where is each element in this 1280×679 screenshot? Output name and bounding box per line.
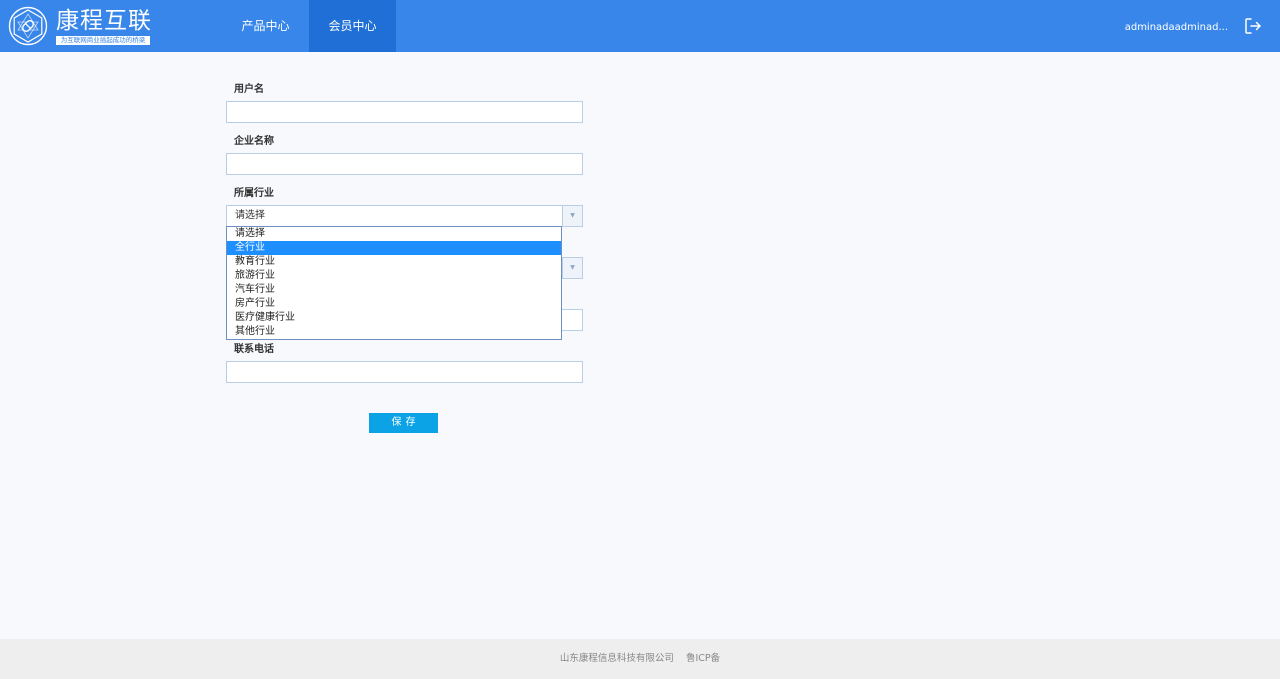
phone-input[interactable] (226, 361, 583, 383)
chevron-down-icon[interactable]: ▼ (562, 258, 582, 278)
industry-option-highlighted[interactable]: 全行业 (227, 241, 561, 255)
industry-label: 所属行业 (234, 188, 274, 199)
nav-item-product-center[interactable]: 产品中心 (222, 0, 309, 52)
industry-option[interactable]: 请选择 (227, 227, 561, 241)
brand-slogan: 为互联网商业插起成功的桥梁 (56, 36, 150, 45)
nav-item-member-center[interactable]: 会员中心 (309, 0, 396, 52)
save-button[interactable]: 保存 (369, 413, 438, 433)
username-input[interactable] (226, 101, 583, 123)
top-header: 康程互联 为互联网商业插起成功的桥梁 产品中心 会员中心 adminadaadm… (0, 0, 1280, 52)
industry-option[interactable]: 教育行业 (227, 255, 561, 269)
industry-select-value: 请选择 (235, 210, 265, 221)
username-display[interactable]: adminadaadminad... (1120, 0, 1228, 52)
company-label: 企业名称 (234, 136, 274, 147)
phone-label: 联系电话 (234, 344, 274, 355)
industry-option[interactable]: 汽车行业 (227, 283, 561, 297)
industry-dropdown: 请选择 全行业 教育行业 旅游行业 汽车行业 房产行业 医疗健康行业 其他行业 (226, 226, 562, 340)
username-label: 用户名 (234, 84, 264, 95)
industry-option[interactable]: 旅游行业 (227, 269, 561, 283)
brand-logo[interactable]: 康程互联 为互联网商业插起成功的桥梁 (8, 6, 158, 46)
chevron-down-icon[interactable]: ▼ (562, 206, 582, 226)
company-input[interactable] (226, 153, 583, 175)
logout-icon[interactable] (1244, 17, 1262, 35)
industry-option[interactable]: 医疗健康行业 (227, 311, 561, 325)
logo-badge-icon (8, 6, 48, 46)
industry-select[interactable]: 请选择 ▼ (226, 205, 583, 227)
brand-title: 康程互联 (56, 8, 152, 34)
footer-icp[interactable]: 鲁ICP备 (686, 653, 720, 664)
main-nav: 产品中心 会员中心 (222, 0, 396, 52)
industry-option[interactable]: 其他行业 (227, 325, 561, 339)
page-footer: 山东康程信息科技有限公司 鲁ICP备 (0, 639, 1280, 679)
footer-company: 山东康程信息科技有限公司 (559, 653, 674, 664)
industry-option[interactable]: 房产行业 (227, 297, 561, 311)
